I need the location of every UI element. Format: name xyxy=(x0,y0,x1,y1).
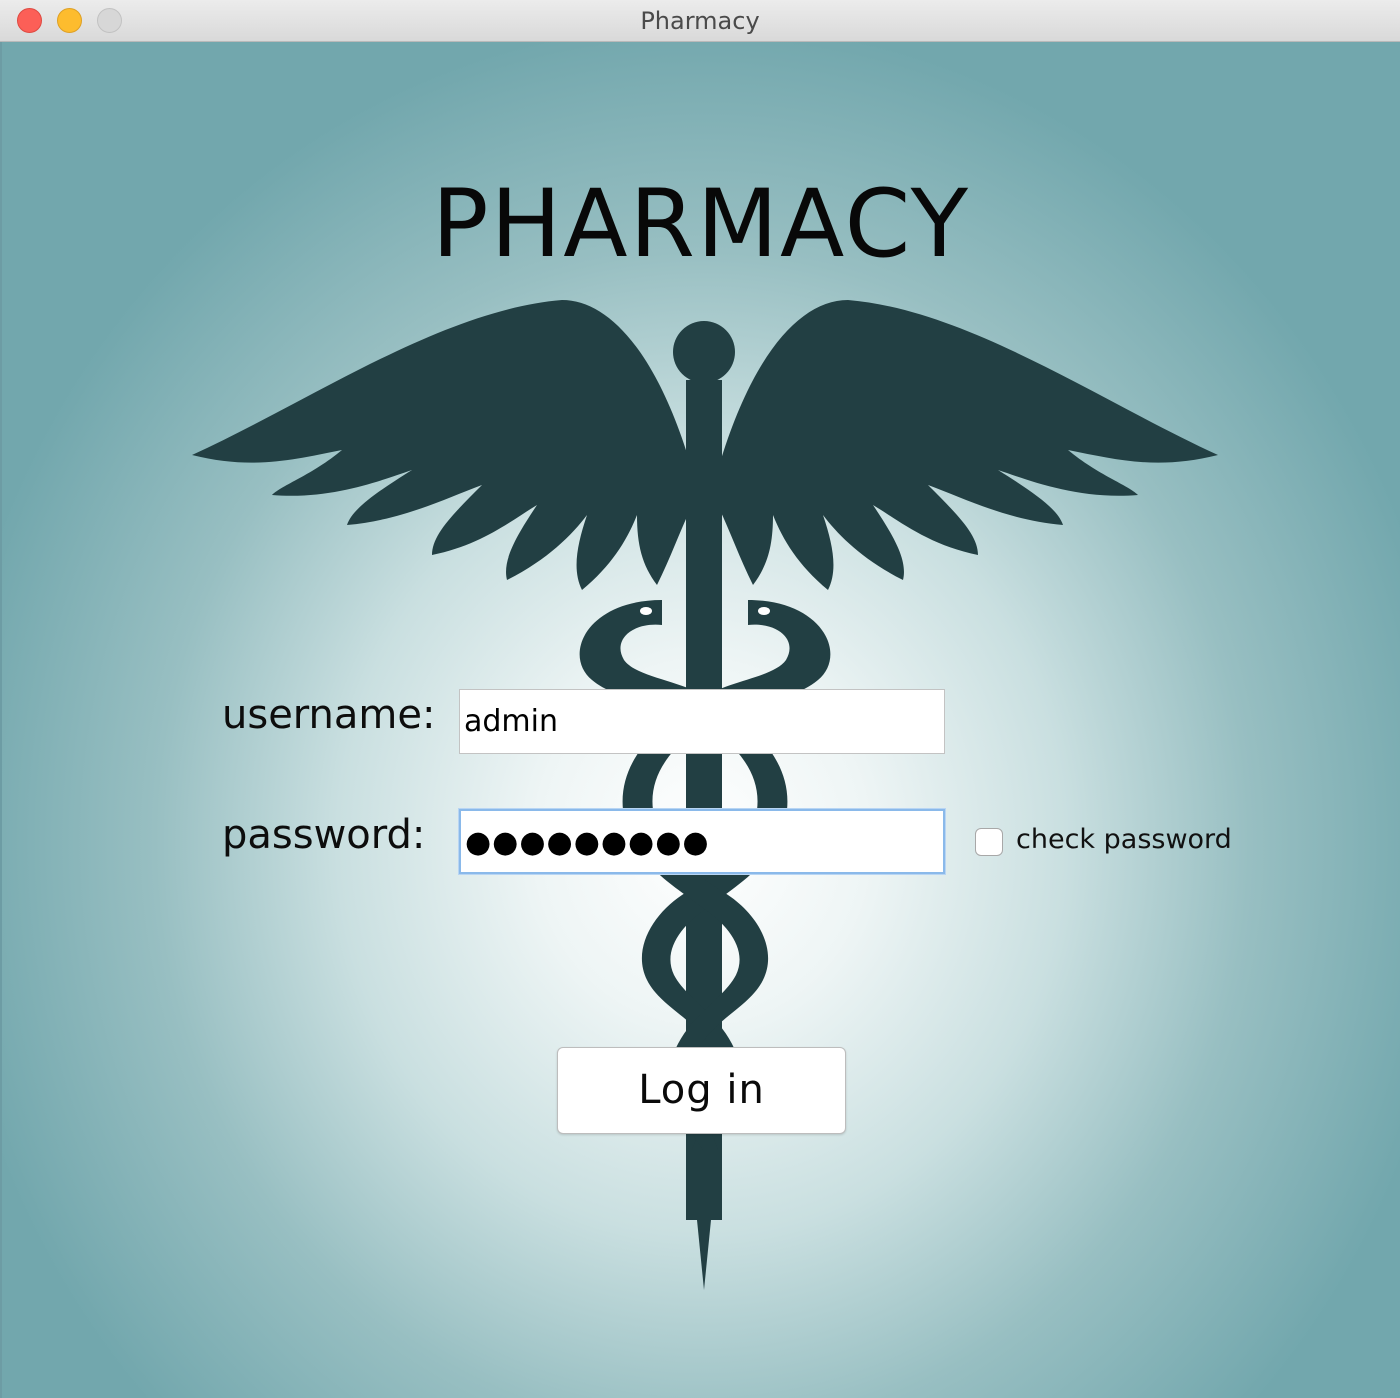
password-input[interactable]: ●●●●●●●●● xyxy=(459,809,945,874)
window-title: Pharmacy xyxy=(640,7,760,35)
app-window: Pharmacy PHARMACY username: admin passwo… xyxy=(0,0,1400,1398)
username-label: username: xyxy=(222,692,436,738)
login-button[interactable]: Log in xyxy=(557,1047,846,1134)
app-heading: PHARMACY xyxy=(431,170,971,279)
password-label: password: xyxy=(222,812,426,858)
check-password-label[interactable]: check password xyxy=(1016,824,1232,855)
login-panel: PHARMACY username: admin password: ●●●●●… xyxy=(2,42,1400,1398)
title-bar[interactable]: Pharmacy xyxy=(0,0,1400,42)
check-password-checkbox[interactable] xyxy=(975,828,1003,856)
caduceus-icon xyxy=(192,300,1218,1290)
username-input[interactable]: admin xyxy=(459,689,945,754)
